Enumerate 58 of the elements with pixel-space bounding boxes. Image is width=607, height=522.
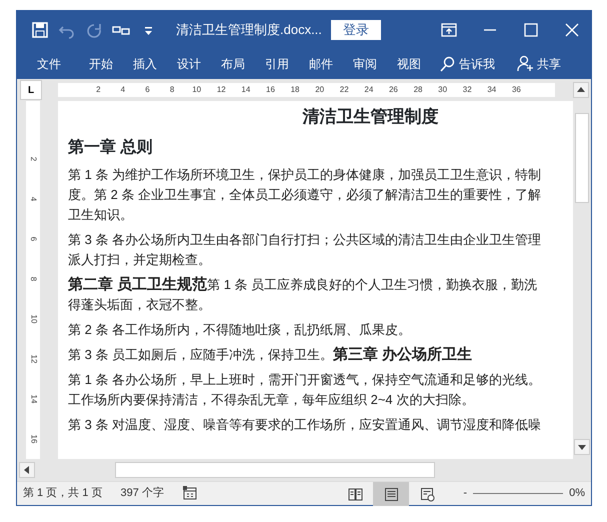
text-line: 卫生知识。 bbox=[68, 206, 134, 224]
ruler-number: 32 bbox=[462, 84, 473, 96]
ruler-number: 2 bbox=[28, 156, 39, 162]
word-count: 397 个字 bbox=[120, 486, 164, 502]
zoom-out-button[interactable]: - bbox=[463, 485, 468, 502]
ribbon-tab[interactable]: 插入 bbox=[123, 52, 167, 74]
text-line: 第 2 条 各工作场所内，不得随地吐痰，乱扔纸屑、瓜果皮。 bbox=[68, 320, 412, 338]
ribbon-tab[interactable]: 设计 bbox=[167, 52, 211, 74]
ribbon-tab[interactable]: 审阅 bbox=[343, 52, 387, 74]
text-line: 第 3 条 各办公场所内卫生由各部门自行打扫；公共区域的清洁卫生由企业卫生管理 bbox=[68, 230, 542, 248]
page-count: 第 1 页，共 1 页 bbox=[23, 486, 102, 502]
ribbon-tab[interactable]: 布局 bbox=[211, 52, 255, 74]
ruler-number: 2 bbox=[95, 84, 102, 96]
text-line: 第 3 条 员工如厕后，应随手冲洗，保持卫生。第三章 办公场所卫生 bbox=[68, 344, 474, 364]
ruler-number: 20 bbox=[314, 84, 326, 96]
ribbon-tab[interactable]: 邮件 bbox=[299, 52, 343, 74]
text-line: 派人打扫，并定期检查。 bbox=[68, 250, 212, 268]
tell-me-button[interactable]: 告诉我 bbox=[455, 52, 505, 74]
ruler-number: 22 bbox=[338, 84, 350, 96]
ruler-number: 34 bbox=[486, 84, 498, 96]
text-line: 工作场所内要保持清洁，不得杂乱无章，每年应组织 2~4 次的大扫除。 bbox=[68, 390, 476, 408]
ruler-number: 12 bbox=[28, 354, 39, 364]
text-line: 第 3 条 对温度、湿度、噪音等有要求的工作场所，应安置通风、调节湿度和降低噪 bbox=[68, 416, 542, 434]
ruler-number: 28 bbox=[412, 84, 424, 96]
ruler-number: 12 bbox=[216, 84, 227, 96]
ruler-number: 14 bbox=[240, 84, 252, 96]
text-line: 第 1 条 各办公场所，早上上班时，需开门开窗透气，保持空气流通和足够的光线。 bbox=[68, 370, 542, 388]
ruler-number: 26 bbox=[388, 84, 399, 96]
window-title: 清洁卫生管理制度.docx... bbox=[176, 20, 322, 39]
document-title: 清洁卫生管理制度 bbox=[302, 106, 440, 129]
zoom-level: 0% bbox=[569, 486, 585, 502]
ruler-number: 6 bbox=[28, 236, 39, 242]
ruler-number: 18 bbox=[290, 84, 300, 96]
ruler-number: 10 bbox=[28, 314, 39, 324]
ruler-number: 16 bbox=[265, 84, 276, 96]
ruler-number: 14 bbox=[28, 394, 39, 404]
share-button[interactable]: 共享 bbox=[534, 52, 571, 74]
sign-in-button[interactable]: 登录 bbox=[330, 20, 381, 40]
ruler-number: 10 bbox=[191, 84, 202, 96]
ruler-number: 4 bbox=[120, 84, 126, 96]
text-line: 度。第 2 条 企业卫生事宜，全体员工必须遵守，必须了解清洁卫生的重要性，了解 bbox=[68, 186, 542, 204]
ruler-number: 8 bbox=[168, 84, 176, 96]
text-line: 得蓬头垢面，衣冠不整。 bbox=[68, 296, 212, 314]
ruler-number: 8 bbox=[28, 276, 39, 282]
ruler-number: 6 bbox=[144, 84, 151, 96]
ruler-number: 4 bbox=[28, 196, 39, 202]
ribbon-tab[interactable]: 文件 bbox=[27, 52, 71, 74]
ruler-number: 30 bbox=[437, 84, 448, 96]
ribbon-tab[interactable]: 引用 bbox=[255, 52, 299, 74]
tab-selector[interactable]: L bbox=[20, 80, 42, 100]
ruler-number: 24 bbox=[363, 84, 374, 96]
ribbon-tab[interactable]: 视图 bbox=[387, 52, 431, 74]
ruler-number: 16 bbox=[28, 434, 39, 444]
ruler-number: 36 bbox=[510, 84, 522, 96]
text-line: 第 1 条 为维护工作场所环境卫生，保护员工的身体健康，加强员工卫生意识，特制 bbox=[68, 166, 542, 184]
chapter-heading: 第一章 总则 bbox=[68, 137, 154, 158]
text-line: 第二章 员工卫生规范第 1 条 员工应养成良好的个人卫生习惯，勤换衣服，勤洗 bbox=[68, 274, 538, 294]
ribbon-tab[interactable]: 开始 bbox=[79, 52, 123, 74]
